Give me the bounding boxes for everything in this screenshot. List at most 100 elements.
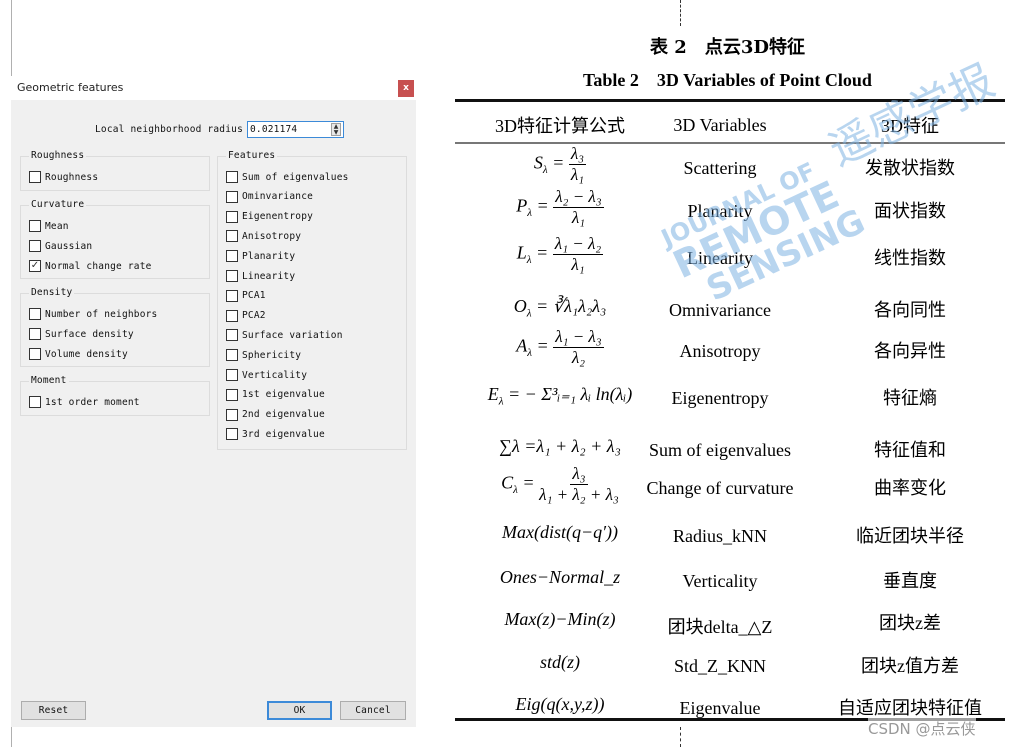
checkbox-roughness[interactable]: Roughness bbox=[29, 171, 98, 183]
checkbox-box[interactable] bbox=[226, 270, 238, 282]
checkbox-gaussian[interactable]: Gaussian bbox=[29, 240, 92, 252]
formula-denominator: λ₁ bbox=[571, 208, 586, 227]
checkbox-box[interactable] bbox=[226, 369, 238, 381]
checkbox-surface-variation[interactable]: Surface variation bbox=[226, 329, 343, 342]
checkbox-surface-density[interactable]: Surface density bbox=[29, 328, 134, 340]
checkbox-ominvariance[interactable]: Ominvariance bbox=[226, 190, 314, 203]
cancel-button[interactable]: Cancel bbox=[340, 701, 406, 720]
cn-feature-cell: 自适应团块特征值 bbox=[838, 698, 982, 718]
checkbox-label: Volume density bbox=[45, 348, 128, 360]
checkbox-box[interactable] bbox=[226, 171, 238, 183]
cn-feature-cell: 特征值和 bbox=[874, 440, 946, 460]
checkbox-box[interactable] bbox=[226, 349, 238, 362]
checkbox-box[interactable] bbox=[226, 190, 238, 203]
variable-cell: Sum of eigenvalues bbox=[649, 440, 791, 460]
formula-cell: Pλ = λ₂ − λ₃ λ₁ bbox=[516, 187, 604, 228]
checkbox-box[interactable] bbox=[226, 428, 238, 441]
checkbox-planarity[interactable]: Planarity bbox=[226, 250, 296, 263]
checkbox-label: 1st eigenvalue bbox=[242, 389, 325, 401]
checkbox-number-of-neighbors[interactable]: Number of neighbors bbox=[29, 308, 157, 320]
page-edge-line-bottom bbox=[11, 727, 12, 747]
checkbox-3rd-eigenvalue[interactable]: 3rd eigenvalue bbox=[226, 428, 325, 441]
formula-rhs: ∛λ₁λ₂λ₃ bbox=[552, 296, 607, 316]
checkbox-label: 2nd eigenvalue bbox=[242, 409, 325, 421]
cn-feature-cell: 发散状指数 bbox=[865, 158, 955, 178]
checkbox-box[interactable] bbox=[29, 220, 41, 232]
variable-cell: Omnivariance bbox=[669, 300, 771, 320]
checkbox-1st-eigenvalue[interactable]: 1st eigenvalue bbox=[226, 388, 325, 401]
checkbox-label: Number of neighbors bbox=[45, 308, 158, 320]
checkbox-box[interactable] bbox=[226, 289, 238, 302]
checkbox-box[interactable] bbox=[29, 396, 41, 408]
formula-cell: std(z) bbox=[540, 652, 580, 672]
variable-cell: Eigenentropy bbox=[671, 388, 769, 408]
reset-button[interactable]: Reset bbox=[21, 701, 86, 720]
checkbox-sum-of-eigenvalues[interactable]: Sum of eigenvalues bbox=[226, 171, 349, 183]
radius-spinbox[interactable]: 0.021174 ▲ ▼ bbox=[247, 121, 344, 138]
group-title-density: Density bbox=[29, 287, 75, 298]
checkbox-1st-order-moment[interactable]: 1st order moment bbox=[29, 396, 140, 408]
cn-feature-cell: 临近团块半径 bbox=[856, 526, 964, 546]
checkbox-label: Normal change rate bbox=[45, 260, 152, 272]
checkbox-box[interactable] bbox=[226, 329, 238, 342]
cn-feature-cell: 各向同性 bbox=[874, 300, 946, 320]
header-variables: 3D Variables bbox=[673, 115, 767, 135]
checkbox-label: Anisotropy bbox=[242, 230, 302, 242]
checkbox-label: 3rd eigenvalue bbox=[242, 428, 325, 440]
checkbox-label: 1st order moment bbox=[45, 396, 140, 408]
table-title-cn: 表 2 点云3D特征 bbox=[650, 37, 805, 58]
checkbox-pca2[interactable]: PCA2 bbox=[226, 309, 266, 322]
checkbox-anisotropy[interactable]: Anisotropy bbox=[226, 230, 302, 243]
checkbox-linearity[interactable]: Linearity bbox=[226, 270, 295, 282]
radius-value[interactable]: 0.021174 bbox=[250, 124, 297, 135]
formula-cell: Oλ = ∛λ₁λ₂λ₃ bbox=[513, 296, 607, 320]
formula-cell: Eig(q(x,y,z)) bbox=[515, 694, 605, 714]
checkbox-eigenentropy[interactable]: Eigenentropy bbox=[226, 210, 313, 223]
checkbox-normal-change-rate[interactable]: ✓ Normal change rate bbox=[29, 260, 152, 272]
dialog-titlebar[interactable]: Geometric features x bbox=[11, 76, 416, 100]
checkbox-box[interactable] bbox=[226, 230, 238, 243]
checkbox-mean[interactable]: Mean bbox=[29, 220, 69, 232]
formula-denominator: λ₁ bbox=[571, 255, 585, 274]
checkbox-box[interactable] bbox=[29, 240, 41, 252]
checkbox-label: Planarity bbox=[242, 250, 296, 262]
variable-cell: Radius_kNN bbox=[673, 526, 767, 546]
checkbox-box-checked[interactable]: ✓ bbox=[29, 260, 41, 272]
checkbox-label: PCA1 bbox=[242, 290, 266, 302]
page-edge-line bbox=[11, 0, 12, 76]
formula-numerator: λ₃ bbox=[568, 144, 587, 165]
checkbox-box[interactable] bbox=[226, 210, 238, 223]
formula-fraction: λ₂ − λ₃ λ₁ bbox=[553, 187, 604, 228]
checkbox-box[interactable] bbox=[226, 309, 238, 322]
cn-feature-cell: 特征熵 bbox=[883, 388, 937, 408]
geometric-features-dialog: Geometric features x Local neighborhood … bbox=[11, 76, 416, 727]
variable-cell: 团块delta_△Z bbox=[667, 617, 773, 637]
checkbox-box[interactable] bbox=[29, 171, 41, 183]
cn-feature-cell: 面状指数 bbox=[874, 201, 946, 221]
group-roughness: Roughness Roughness bbox=[20, 150, 210, 191]
variable-cell: Verticality bbox=[682, 571, 758, 591]
checkbox-volume-density[interactable]: Volume density bbox=[29, 348, 128, 360]
spin-arrows-icon[interactable]: ▲ ▼ bbox=[331, 123, 341, 136]
checkbox-label: Ominvariance bbox=[242, 191, 314, 203]
checkbox-box[interactable] bbox=[29, 348, 41, 360]
checkbox-box[interactable] bbox=[226, 250, 238, 263]
checkbox-box[interactable] bbox=[29, 328, 41, 340]
checkbox-2nd-eigenvalue[interactable]: 2nd eigenvalue bbox=[226, 408, 325, 421]
formula-fraction: λ₃ λ₁ bbox=[568, 144, 587, 185]
table-title-en: Table 2 3D Variables of Point Cloud bbox=[583, 70, 872, 90]
formula-cell: Ones−Normal_z bbox=[499, 567, 621, 587]
checkbox-verticality[interactable]: Verticality bbox=[226, 369, 307, 381]
checkbox-label: Surface variation bbox=[242, 329, 343, 341]
checkbox-box[interactable] bbox=[226, 388, 238, 401]
checkbox-label: Roughness bbox=[45, 171, 99, 183]
header-cn-feature: 3D特征 bbox=[881, 116, 939, 136]
close-button[interactable]: x bbox=[398, 80, 414, 97]
checkbox-box[interactable] bbox=[29, 308, 41, 320]
checkbox-sphericity[interactable]: Sphericity bbox=[226, 349, 301, 362]
formula-cell: ∑λ =λ₁ + λ₂ + λ₃ bbox=[499, 436, 621, 456]
close-icon: x bbox=[403, 83, 409, 93]
ok-button[interactable]: OK bbox=[267, 701, 332, 720]
checkbox-box[interactable] bbox=[226, 408, 238, 421]
checkbox-pca1[interactable]: PCA1 bbox=[226, 289, 266, 302]
